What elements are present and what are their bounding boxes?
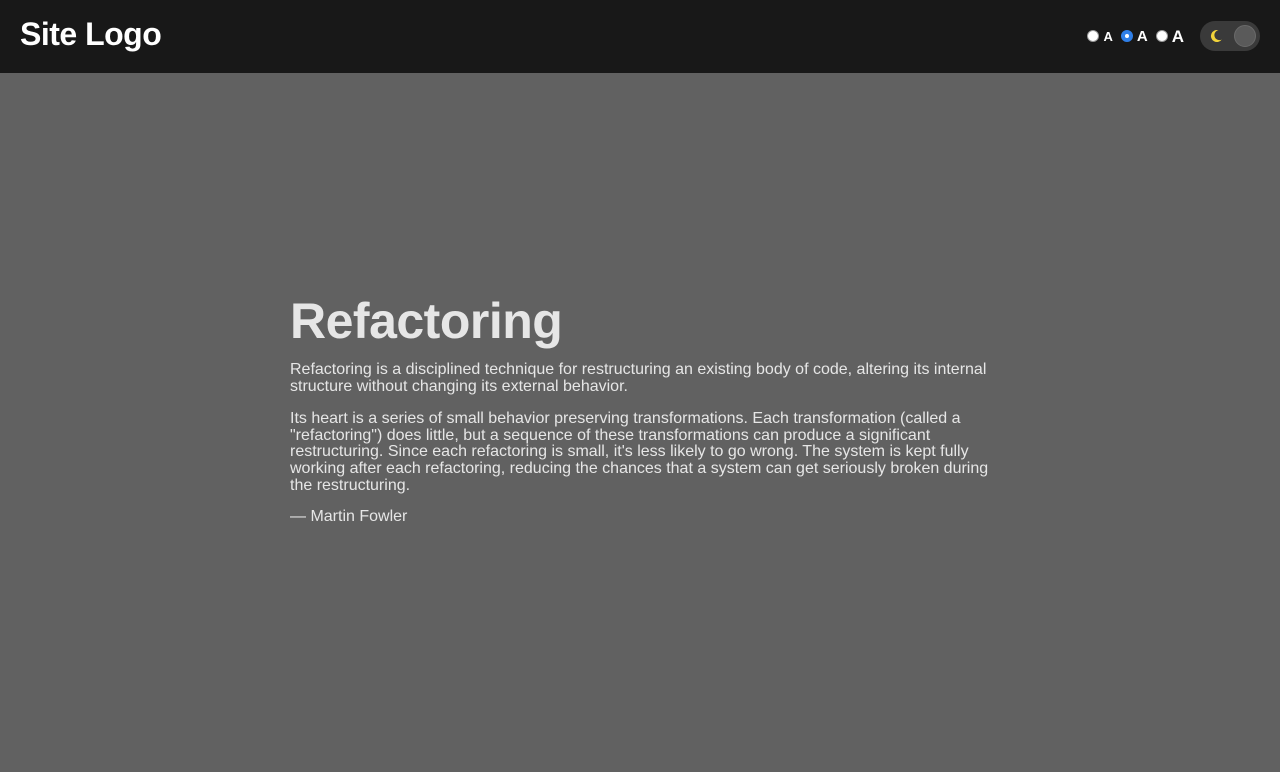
header-controls: A A A	[1087, 21, 1260, 51]
font-size-medium-option[interactable]: A	[1120, 27, 1148, 45]
toggle-knob	[1234, 25, 1256, 47]
article-paragraph: Refactoring is a disciplined technique f…	[290, 361, 987, 395]
font-size-large-option[interactable]: A	[1155, 26, 1184, 46]
font-size-large-radio[interactable]	[1155, 30, 1168, 42]
font-size-medium-radio[interactable]	[1120, 30, 1133, 42]
article: Refactoring Refactoring is a disciplined…	[290, 296, 1000, 526]
site-header: Site Logo A A A	[0, 0, 1280, 73]
theme-toggle[interactable]	[1200, 21, 1260, 51]
article-title: Refactoring	[290, 293, 563, 349]
moon-icon	[1210, 29, 1222, 42]
article-paragraph: Its heart is a series of small behavior …	[290, 410, 989, 494]
font-size-large-label: A	[1171, 26, 1184, 46]
article-author: — Martin Fowler	[290, 508, 408, 526]
font-size-small-label: A	[1103, 28, 1113, 44]
site-logo[interactable]: Site Logo	[20, 14, 162, 54]
font-size-small-radio[interactable]	[1087, 30, 1100, 42]
font-size-medium-label: A	[1136, 27, 1148, 45]
font-size-small-option[interactable]: A	[1087, 28, 1113, 44]
